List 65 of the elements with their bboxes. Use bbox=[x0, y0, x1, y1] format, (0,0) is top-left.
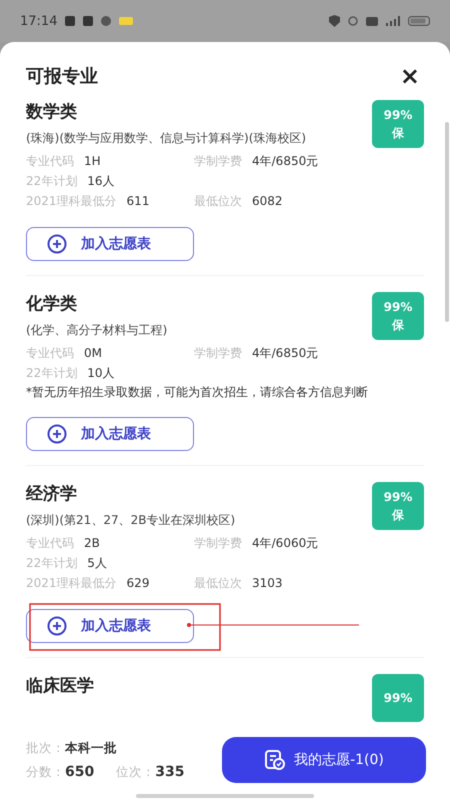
screen-icon bbox=[366, 16, 378, 26]
signal-icon bbox=[386, 16, 400, 26]
scrollbar[interactable] bbox=[445, 122, 449, 322]
app-icon bbox=[119, 17, 134, 25]
field-label: 分数： bbox=[26, 763, 65, 781]
field-label: 位次： bbox=[116, 763, 156, 781]
checklist-icon bbox=[264, 749, 286, 771]
field-value: 4年/6850元 bbox=[252, 345, 318, 362]
field-label: 2021理科最低分 bbox=[26, 575, 117, 592]
plus-icon bbox=[47, 616, 67, 636]
app-icon bbox=[83, 16, 94, 26]
field-label: 批次： bbox=[26, 739, 65, 757]
field-label: 学制学费 bbox=[194, 153, 242, 170]
field-value: 本科一批 bbox=[65, 739, 117, 757]
probability-badge: 99% 保 bbox=[372, 482, 424, 530]
major-name: 化学类 bbox=[26, 293, 78, 315]
circle-icon bbox=[101, 16, 112, 26]
field-value: 3103 bbox=[252, 575, 283, 592]
field-value: 4年/6850元 bbox=[252, 153, 318, 170]
probability-badge: 99% 保 bbox=[372, 100, 424, 148]
major-description: (珠海)(数学与应用数学、信息与计算科学)(珠海校区) bbox=[26, 130, 308, 147]
field-value: 650 bbox=[65, 763, 94, 782]
field-value: 2B bbox=[84, 535, 100, 552]
field-label: 专业代码 bbox=[26, 153, 74, 170]
probability-badge: 99% bbox=[372, 674, 424, 722]
probability-badge: 99% 保 bbox=[372, 292, 424, 340]
add-to-list-button[interactable]: 加入志愿表 bbox=[26, 227, 194, 261]
field-value: 1H bbox=[84, 153, 101, 170]
plus-icon bbox=[47, 424, 67, 444]
field-label: 学制学费 bbox=[194, 345, 242, 362]
field-value: 5人 bbox=[87, 555, 107, 572]
plus-icon bbox=[47, 234, 67, 254]
field-label: 最低位次 bbox=[194, 193, 242, 210]
add-to-list-button[interactable]: 加入志愿表 bbox=[26, 609, 194, 643]
field-value: 10人 bbox=[87, 365, 115, 382]
shield-icon bbox=[329, 15, 340, 27]
field-value: 16人 bbox=[87, 173, 115, 190]
field-value: 0M bbox=[84, 345, 102, 362]
my-choices-button[interactable]: 我的志愿-1(0) bbox=[222, 737, 426, 783]
major-description: (深圳)(第21、27、2B专业在深圳校区) bbox=[26, 512, 236, 529]
major-name: 数学类 bbox=[26, 101, 78, 123]
field-label: 22年计划 bbox=[26, 365, 78, 382]
battery-icon bbox=[408, 16, 430, 26]
field-label: 专业代码 bbox=[26, 345, 74, 362]
app-icon bbox=[65, 16, 76, 26]
field-label: 2021理科最低分 bbox=[26, 193, 117, 210]
field-label: 最低位次 bbox=[194, 575, 242, 592]
add-to-list-button[interactable]: 加入志愿表 bbox=[26, 417, 194, 451]
sheet-title: 可报专业 bbox=[26, 65, 98, 88]
status-time: 17:14 bbox=[20, 14, 58, 28]
field-value: 629 bbox=[126, 575, 150, 592]
notice-text: *暂无历年招生录取数据，可能为首次招生，请综合各方信息判断 bbox=[26, 384, 369, 401]
field-label: 22年计划 bbox=[26, 555, 78, 572]
field-value: 335 bbox=[155, 763, 184, 782]
field-label: 学制学费 bbox=[194, 535, 242, 552]
major-name: 经济学 bbox=[26, 483, 78, 505]
field-label: 22年计划 bbox=[26, 173, 78, 190]
close-button[interactable]: × bbox=[396, 64, 424, 88]
field-value: 611 bbox=[126, 193, 150, 210]
alarm-off-icon bbox=[348, 16, 358, 26]
field-value: 6082 bbox=[252, 193, 283, 210]
field-value: 4年/6060元 bbox=[252, 535, 318, 552]
major-name: 临床医学 bbox=[26, 675, 95, 697]
major-description: (化学、高分子材料与工程) bbox=[26, 322, 168, 339]
field-label: 专业代码 bbox=[26, 535, 74, 552]
